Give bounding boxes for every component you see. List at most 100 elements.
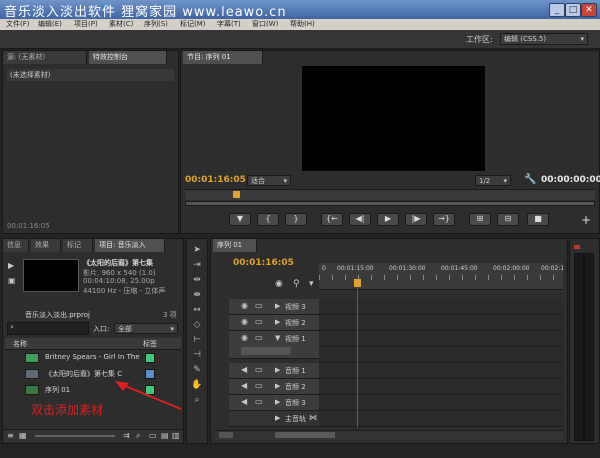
pen-tool-icon[interactable]: ✎ bbox=[190, 363, 204, 377]
tab-project[interactable]: 项目: 音乐淡入 bbox=[95, 239, 165, 252]
zoom-slider[interactable] bbox=[35, 435, 115, 437]
menu-help[interactable]: 帮助(H) bbox=[290, 19, 315, 30]
program-current-time[interactable]: 00:01:16:05 bbox=[185, 175, 246, 185]
chevron-right-icon[interactable]: ▶ bbox=[275, 414, 280, 422]
column-label[interactable]: 标签 bbox=[143, 339, 157, 349]
track-header-master[interactable]: ▶ 主音轨 ⋈ bbox=[229, 411, 319, 427]
icon-view-icon[interactable]: ▦ bbox=[19, 431, 27, 440]
find-icon[interactable]: ⌕ bbox=[136, 431, 140, 441]
step-forward-button[interactable]: |▶ bbox=[405, 213, 427, 226]
zoom-out-icon[interactable] bbox=[219, 432, 233, 438]
extract-button[interactable]: ⊟ bbox=[497, 213, 519, 226]
menu-window[interactable]: 窗口(W) bbox=[252, 19, 278, 30]
go-to-in-button[interactable]: {← bbox=[321, 213, 343, 226]
track-header-audio-1[interactable]: ◀ ▭ ▶ 音频 1 bbox=[229, 363, 319, 379]
in-dropdown[interactable]: 全部 ▾ bbox=[114, 323, 178, 334]
timeline-ruler[interactable]: 0 00:01:15:00 00:01:30:00 00:01:45:00 00… bbox=[319, 263, 564, 290]
menu-clip[interactable]: 素材(C) bbox=[109, 19, 133, 30]
chevron-right-icon[interactable]: ▶ bbox=[275, 366, 280, 374]
tab-effects[interactable]: 效果 bbox=[31, 239, 61, 252]
menu-marker[interactable]: 标记(M) bbox=[180, 19, 206, 30]
track-header-video-3[interactable]: ◉ ▭ ▶ 视频 3 bbox=[229, 299, 319, 315]
set-marker-button[interactable]: ▼ bbox=[229, 213, 251, 226]
mark-out-button[interactable]: } bbox=[285, 213, 307, 226]
track-header-video-1[interactable]: ◉ ▭ ▼ 视频 1 bbox=[229, 331, 319, 359]
speaker-icon[interactable]: ◀ bbox=[241, 381, 247, 390]
poster-frame-icon[interactable]: ▣ bbox=[8, 276, 16, 285]
zoom-bar[interactable] bbox=[185, 201, 595, 206]
track-select-tool-icon[interactable]: ⇥ bbox=[190, 258, 204, 272]
delete-icon[interactable]: ▥ bbox=[172, 431, 180, 440]
close-button[interactable]: ✕ bbox=[581, 3, 597, 17]
chevron-right-icon[interactable]: ▶ bbox=[275, 318, 280, 326]
hand-tool-icon[interactable]: ✋ bbox=[190, 378, 204, 392]
lock-icon[interactable]: ▭ bbox=[255, 365, 263, 374]
chevron-right-icon[interactable]: ▶ bbox=[275, 382, 280, 390]
track-header-video-2[interactable]: ◉ ▭ ▶ 视频 2 bbox=[229, 315, 319, 331]
lock-icon[interactable]: ▭ bbox=[255, 333, 263, 342]
maximize-button[interactable]: □ bbox=[565, 3, 581, 17]
ripple-edit-tool-icon[interactable]: ⇹ bbox=[190, 273, 204, 287]
export-frame-button[interactable]: ■ bbox=[527, 213, 549, 226]
add-marker-icon[interactable]: ⚲ bbox=[293, 279, 300, 289]
rate-stretch-tool-icon[interactable]: ↔ bbox=[190, 303, 204, 317]
workspace-dropdown[interactable]: 编辑 (CSS.5) ▾ bbox=[500, 33, 588, 45]
fit-dropdown[interactable]: 适合 ▾ bbox=[247, 175, 291, 186]
tab-source[interactable]: 源: (无素材) bbox=[3, 51, 87, 64]
tab-sequence[interactable]: 序列 01 bbox=[213, 239, 257, 252]
tab-program[interactable]: 节目: 序列 01 bbox=[183, 51, 263, 64]
chevron-right-icon[interactable]: ▶ bbox=[275, 302, 280, 310]
menu-edit[interactable]: 编辑(E) bbox=[38, 19, 62, 30]
speaker-icon[interactable]: ◀ bbox=[241, 397, 247, 406]
add-button[interactable]: + bbox=[581, 213, 591, 227]
tab-markers[interactable]: 标记 bbox=[63, 239, 93, 252]
lock-icon[interactable]: ▭ bbox=[255, 301, 263, 310]
search-input[interactable]: ⌕ bbox=[7, 322, 89, 335]
wrench-icon[interactable]: 🔧 bbox=[524, 174, 536, 185]
menu-file[interactable]: 文件(F) bbox=[6, 19, 30, 30]
play-thumbnail-icon[interactable]: ▶ bbox=[8, 261, 14, 270]
eye-icon[interactable]: ◉ bbox=[241, 317, 248, 326]
lock-icon[interactable]: ▭ bbox=[255, 317, 263, 326]
new-bin-icon[interactable]: ▭ bbox=[149, 431, 157, 440]
go-to-out-button[interactable]: →} bbox=[433, 213, 455, 226]
selection-tool-icon[interactable]: ➤ bbox=[190, 243, 204, 257]
minimize-button[interactable]: _ bbox=[549, 3, 565, 17]
track-header-audio-2[interactable]: ◀ ▭ ▶ 音频 2 bbox=[229, 379, 319, 395]
column-name[interactable]: 名称 bbox=[13, 339, 27, 349]
lock-icon[interactable]: ▭ bbox=[255, 381, 263, 390]
marker-icon[interactable]: ▾ bbox=[309, 279, 314, 289]
lock-icon[interactable]: ▭ bbox=[255, 397, 263, 406]
tab-effect-controls[interactable]: 特效控制台 bbox=[89, 51, 167, 64]
eye-icon[interactable]: ◉ bbox=[241, 301, 248, 310]
timeline-current-time[interactable]: 00:01:16:05 bbox=[233, 258, 294, 268]
timeline-scrollbar[interactable] bbox=[215, 430, 563, 440]
razor-tool-icon[interactable]: ◇ bbox=[190, 318, 204, 332]
chevron-down-icon[interactable]: ▼ bbox=[275, 334, 280, 342]
new-item-icon[interactable]: ▤ bbox=[161, 431, 169, 440]
track-header-audio-3[interactable]: ◀ ▭ ▶ 音频 3 bbox=[229, 395, 319, 411]
playhead-marker-icon[interactable] bbox=[233, 191, 240, 198]
automate-icon[interactable]: ⇉ bbox=[123, 431, 130, 440]
playhead-marker-icon[interactable] bbox=[354, 279, 361, 287]
chevron-right-icon[interactable]: ▶ bbox=[275, 398, 280, 406]
keyframe-control[interactable] bbox=[241, 347, 291, 355]
list-item[interactable]: Britney Spears - Girl In The bbox=[5, 351, 181, 365]
step-back-button[interactable]: ◀| bbox=[349, 213, 371, 226]
menu-sequence[interactable]: 序列(S) bbox=[144, 19, 168, 30]
program-ruler[interactable] bbox=[185, 189, 595, 200]
slide-tool-icon[interactable]: ⊣ bbox=[190, 348, 204, 362]
snap-icon[interactable]: ◉ bbox=[275, 279, 283, 289]
eye-icon[interactable]: ◉ bbox=[241, 333, 248, 342]
menu-project[interactable]: 项目(P) bbox=[74, 19, 98, 30]
scroll-thumb[interactable] bbox=[275, 432, 335, 438]
lift-button[interactable]: ⊞ bbox=[469, 213, 491, 226]
mark-in-button[interactable]: { bbox=[257, 213, 279, 226]
track-lanes[interactable] bbox=[319, 299, 563, 427]
menu-title[interactable]: 字幕(T) bbox=[217, 19, 241, 30]
rolling-edit-tool-icon[interactable]: ⇼ bbox=[190, 288, 204, 302]
speaker-icon[interactable]: ◀ bbox=[241, 365, 247, 374]
resolution-dropdown[interactable]: 1/2 ▾ bbox=[475, 175, 511, 186]
list-view-icon[interactable]: ≡ bbox=[7, 431, 14, 440]
zoom-tool-icon[interactable]: ⌕ bbox=[190, 393, 204, 407]
